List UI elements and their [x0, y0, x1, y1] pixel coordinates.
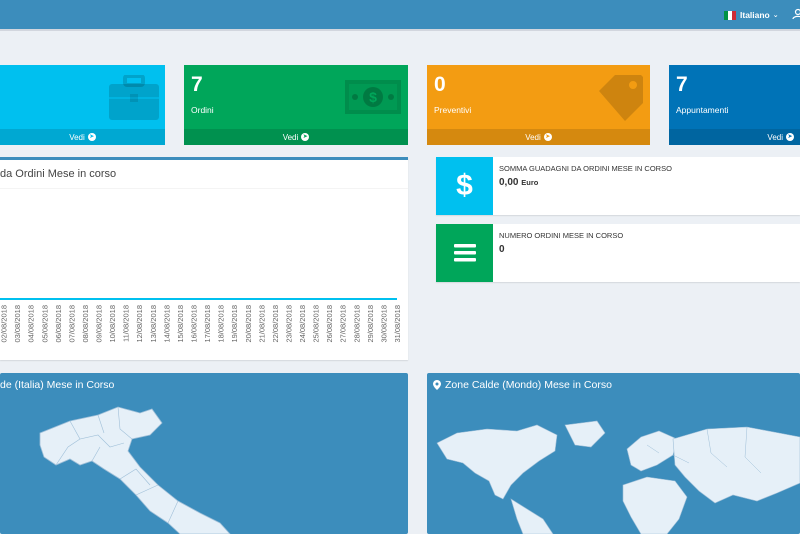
- x-tick-label: 18/08/2018: [217, 305, 226, 343]
- x-tick-label: 04/08/2018: [27, 305, 36, 343]
- arrow-circle-right-icon: ➤: [543, 133, 552, 141]
- info-box-numero-ordini: NUMERO ORDINI MESE IN CORSO 0: [436, 224, 800, 282]
- language-selector[interactable]: Italiano ⌄: [724, 8, 779, 22]
- bars-icon: [436, 224, 493, 282]
- map-title: Zone Calde (Mondo) Mese in Corso: [433, 379, 612, 391]
- x-tick-label: 26/08/2018: [325, 305, 334, 343]
- top-navbar: Italiano ⌄: [0, 0, 800, 29]
- x-tick-label: 06/08/2018: [54, 305, 63, 343]
- x-tick-label: 19/08/2018: [230, 305, 239, 343]
- x-tick-label: 09/08/2018: [95, 305, 104, 343]
- x-tick-label: 30/08/2018: [379, 305, 388, 343]
- x-tick-label: 15/08/2018: [176, 305, 185, 343]
- stat-link-vedi[interactable]: Vedi ➤: [0, 129, 165, 145]
- x-tick-label: 21/08/2018: [257, 305, 266, 343]
- arrow-circle-right-icon: ➤: [786, 133, 794, 141]
- info-box-value: 0,00 Euro: [499, 177, 539, 188]
- language-label: Italiano: [740, 10, 770, 20]
- map-marker-icon: [433, 380, 441, 390]
- x-tick-label: 14/08/2018: [162, 305, 171, 343]
- arrow-circle-right-icon: ➤: [301, 133, 310, 141]
- stat-link-vedi[interactable]: Vedi ➤: [184, 129, 408, 145]
- x-tick-label: 02/08/2018: [0, 305, 9, 343]
- briefcase-icon: [108, 74, 160, 126]
- chevron-down-icon: ⌄: [772, 12, 779, 19]
- stat-link-vedi[interactable]: Vedi ➤: [427, 129, 650, 145]
- x-tick-label: 16/08/2018: [190, 305, 199, 343]
- orders-chart-panel: da Ordini Mese in corso 01/08/201802/08/…: [0, 157, 408, 360]
- italy-map[interactable]: [0, 373, 408, 534]
- info-box-guadagni: $ SOMMA GUADAGNI DA ORDINI MESE IN CORSO…: [436, 157, 800, 215]
- user-icon[interactable]: [792, 7, 800, 19]
- x-tick-label: 10/08/2018: [108, 305, 117, 343]
- money-icon: $: [344, 79, 402, 120]
- x-tick-label: 20/08/2018: [244, 305, 253, 343]
- info-box-title: NUMERO ORDINI MESE IN CORSO: [499, 231, 624, 240]
- x-tick-label: 23/08/2018: [285, 305, 294, 343]
- stat-box-ordini: $ 7 Ordini Vedi ➤: [184, 65, 408, 145]
- tag-icon: [595, 71, 647, 128]
- x-tick-label: 27/08/2018: [339, 305, 348, 343]
- arrow-circle-right-icon: ➤: [87, 133, 96, 141]
- x-tick-label: 11/08/2018: [122, 305, 131, 342]
- stat-box-clienti: Vedi ➤: [0, 65, 165, 145]
- info-box-value: 0: [499, 244, 505, 255]
- info-box-title: SOMMA GUADAGNI DA ORDINI MESE IN CORSO: [499, 164, 672, 173]
- x-tick-label: 13/08/2018: [149, 305, 158, 343]
- map-panel-italia: de (Italia) Mese in Corso: [0, 373, 408, 534]
- x-tick-label: 31/08/2018: [393, 305, 402, 343]
- x-tick-label: 03/08/2018: [13, 305, 22, 343]
- map-title: de (Italia) Mese in Corso: [0, 379, 115, 391]
- x-tick-label: 24/08/2018: [298, 305, 307, 343]
- italy-flag-icon: [724, 10, 736, 20]
- stat-label: Appuntamenti: [676, 105, 729, 115]
- x-tick-label: 12/08/2018: [135, 305, 144, 343]
- svg-text:$: $: [369, 89, 377, 105]
- x-tick-label: 29/08/2018: [366, 305, 375, 343]
- x-tick-label: 07/08/2018: [67, 305, 76, 343]
- x-tick-label: 08/08/2018: [81, 305, 90, 343]
- stat-box-preventivi: 0 Preventivi Vedi ➤: [427, 65, 650, 145]
- stat-label: Ordini: [191, 105, 214, 115]
- stat-value: 0: [434, 73, 446, 96]
- orders-line-chart: 01/08/201802/08/201803/08/201804/08/2018…: [0, 298, 402, 343]
- x-tick-label: 25/08/2018: [312, 305, 321, 343]
- stat-link-vedi[interactable]: Vedi ➤: [669, 129, 800, 145]
- stat-label: Preventivi: [434, 105, 472, 115]
- navbar-shadow: [0, 29, 800, 31]
- x-tick-label: 22/08/2018: [271, 305, 280, 343]
- dollar-icon: $: [436, 157, 493, 215]
- x-tick-label: 28/08/2018: [352, 305, 361, 343]
- x-tick-label: 05/08/2018: [40, 305, 49, 343]
- world-map[interactable]: [427, 373, 800, 534]
- map-panel-mondo: Zone Calde (Mondo) Mese in Corso: [427, 373, 800, 534]
- x-tick-label: 17/08/2018: [203, 305, 212, 343]
- stat-value: 7: [676, 73, 688, 96]
- stat-value: 7: [191, 73, 203, 96]
- stat-box-appuntamenti: 7 Appuntamenti Vedi ➤: [669, 65, 800, 145]
